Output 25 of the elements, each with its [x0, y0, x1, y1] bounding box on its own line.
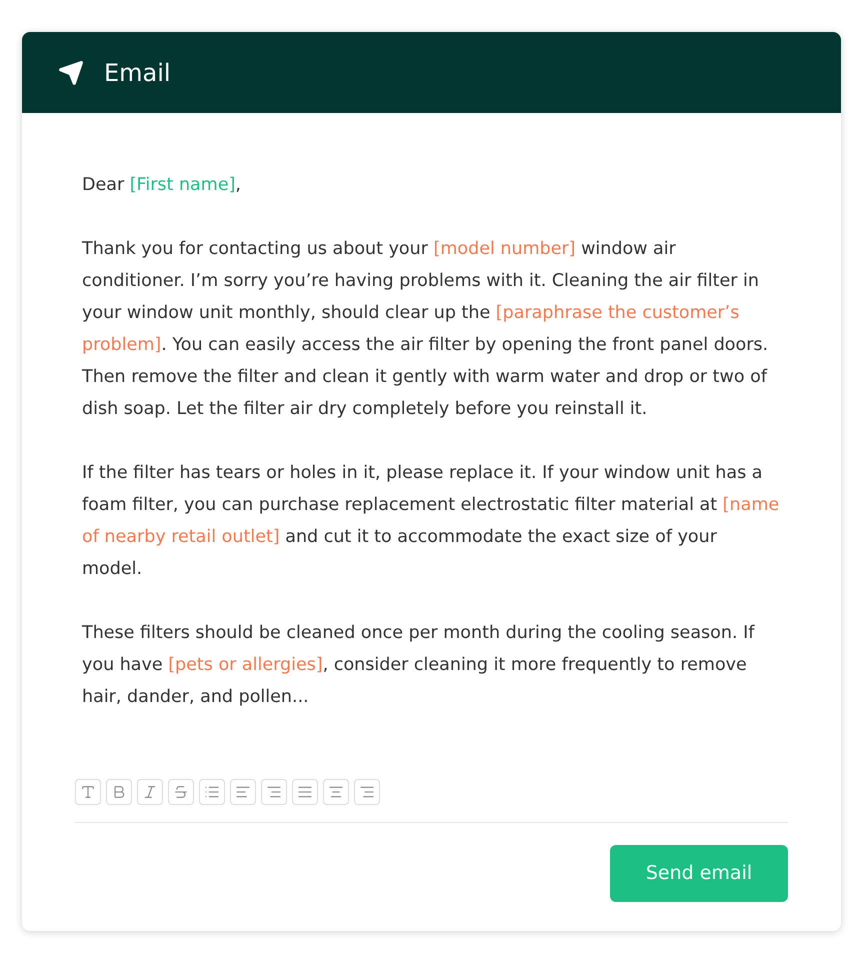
header-title: Email: [104, 58, 171, 88]
format-button[interactable]: [354, 779, 380, 805]
format-button[interactable]: [137, 779, 163, 805]
format-button[interactable]: [261, 779, 287, 805]
format-button[interactable]: [106, 779, 132, 805]
justify-icon: [297, 784, 313, 800]
send-email-button[interactable]: Send email: [610, 845, 788, 902]
paper-plane-icon: [58, 60, 84, 86]
italic-icon: [142, 784, 158, 800]
format-button[interactable]: [168, 779, 194, 805]
format-button[interactable]: [75, 779, 101, 805]
strikethrough-icon: [173, 784, 189, 800]
text-icon: [80, 784, 96, 800]
format-button[interactable]: [230, 779, 256, 805]
email-paragraph: If the filter has tears or holes in it, please replace it. If your window unit has a foam filter, you can purchase replacement electrostatic filter material at [name of nearby retail outlet] and cut it to accommodate the exact size of your model.: [82, 462, 780, 581]
align-right-icon: [266, 784, 282, 800]
align-left-icon: [235, 784, 251, 800]
email-paragraph: Thank you for contacting us about your [model number] window air conditioner. I’m sorry you’re having problems with it. Cleaning the air filter in your window unit monthly, should clear up the [paraphrase the customer’s problem]. You can easily access the air filter by opening the front panel doors. Then remove the filter and clean it gently with warm water and drop or two of dish soap. Let the filter air dry completely before you reinstall it.: [82, 238, 770, 421]
email-paragraph: These filters should be cleaned once per month during the cooling season. If you have [pets or allergies], consider cleaning it more frequently to remove hair, dander, and pollen...: [82, 622, 756, 709]
align-right-icon: [359, 784, 375, 800]
format-button[interactable]: [199, 779, 225, 805]
format-button[interactable]: [292, 779, 318, 805]
email-paragraph: Dear [First name],: [82, 174, 242, 197]
format-button[interactable]: [323, 779, 349, 805]
align-center-icon: [328, 784, 344, 800]
